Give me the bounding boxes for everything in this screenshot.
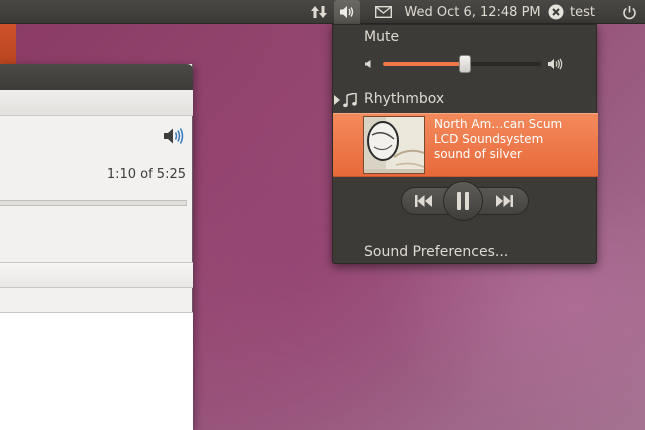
previous-button[interactable] — [409, 186, 439, 216]
user-name: test — [570, 4, 595, 20]
volume-slider-fill — [383, 62, 465, 66]
window-menubar[interactable] — [0, 90, 193, 116]
playback-progress-bar[interactable] — [0, 200, 187, 206]
music-note-icon — [343, 93, 357, 108]
sound-menu: Mute Rhythmbox North Am…can Scum LCD Sou… — [332, 24, 598, 264]
power-icon[interactable] — [618, 0, 640, 24]
background-window-edge — [0, 24, 16, 64]
track-title: North Am…can Scum — [434, 117, 563, 131]
triangle-right-icon — [334, 95, 340, 105]
next-icon — [496, 195, 513, 207]
network-icon[interactable] — [308, 0, 330, 24]
player-row[interactable]: Rhythmbox — [333, 89, 598, 111]
user-status-icon — [548, 4, 564, 20]
track-list-header[interactable] — [0, 262, 193, 288]
pause-button[interactable] — [443, 181, 483, 221]
volume-high-icon[interactable] — [163, 126, 185, 146]
mute-menu-item[interactable]: Mute — [364, 29, 399, 45]
transport-controls — [401, 181, 529, 221]
volume-slider[interactable] — [363, 55, 563, 73]
now-playing-item[interactable]: North Am…can Scum LCD Soundsystem sound … — [333, 113, 598, 177]
volume-low-icon — [365, 60, 371, 68]
pause-icon — [457, 192, 469, 210]
volume-indicator[interactable] — [334, 0, 360, 24]
previous-icon — [415, 195, 432, 207]
track-artist: LCD Soundsystem — [434, 132, 544, 146]
rhythmbox-window[interactable]: 1:10 of 5:25 — [0, 64, 193, 430]
mail-icon[interactable] — [372, 0, 394, 24]
next-button[interactable] — [489, 186, 519, 216]
volume-icon — [340, 6, 354, 18]
track-list[interactable] — [0, 312, 193, 430]
user-menu[interactable]: test — [548, 0, 596, 24]
playback-time: 1:10 of 5:25 — [106, 167, 186, 182]
volume-slider-thumb[interactable] — [459, 55, 471, 73]
player-name: Rhythmbox — [364, 91, 445, 107]
window-titlebar[interactable] — [0, 64, 193, 90]
clock[interactable]: Wed Oct 6, 12:48 PM — [400, 0, 545, 24]
album-art — [363, 116, 425, 174]
track-album: sound of silver — [434, 147, 522, 161]
volume-max-icon — [548, 58, 563, 70]
top-panel: Wed Oct 6, 12:48 PM test — [0, 0, 645, 24]
sound-preferences-item[interactable]: Sound Preferences... — [364, 244, 508, 260]
